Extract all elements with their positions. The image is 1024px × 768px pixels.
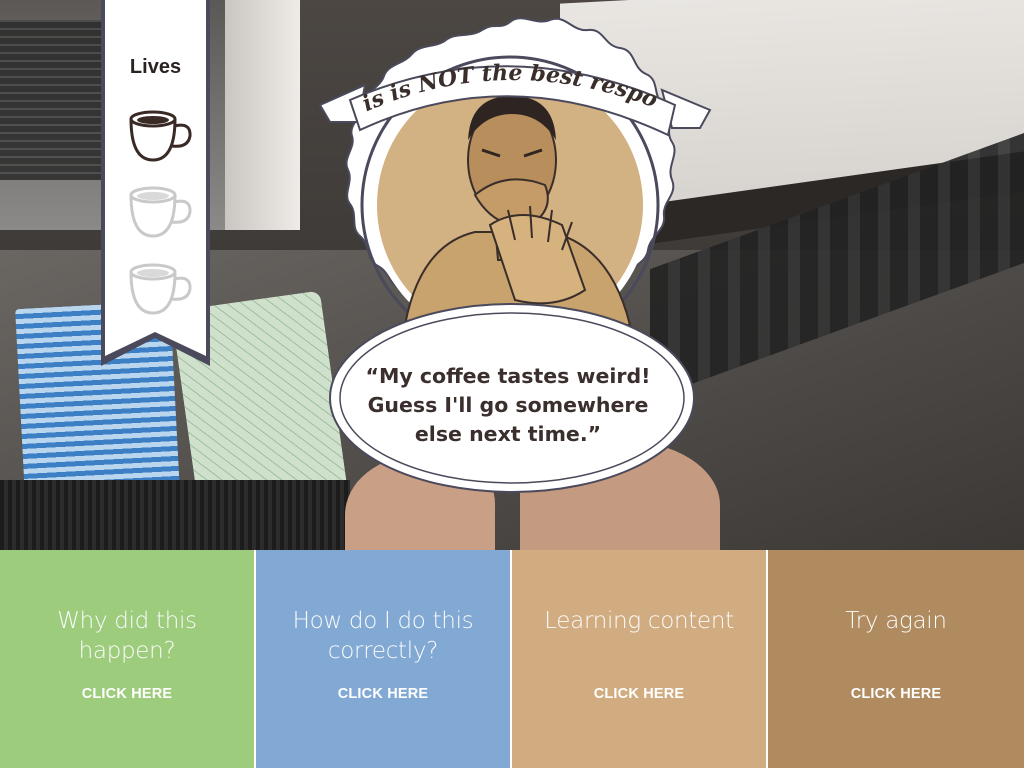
coffee-cup-empty-icon bbox=[129, 186, 192, 238]
tile-label: Learning content bbox=[544, 608, 734, 634]
action-bar: Why did this happen? CLICK HERE How do I… bbox=[0, 550, 1024, 768]
drip-tray-grid bbox=[0, 20, 110, 180]
tile-label: Try again bbox=[845, 608, 947, 634]
tile-label: Why did this happen? bbox=[57, 608, 197, 664]
click-here-link[interactable]: CLICK HERE bbox=[768, 686, 1024, 702]
customer-quote: “My coffee tastes weird! Guess I'll go s… bbox=[365, 364, 651, 446]
learning-content-button[interactable]: Learning content CLICK HERE bbox=[512, 550, 768, 768]
coffee-cup-empty-icon bbox=[129, 263, 192, 315]
try-again-button[interactable]: Try again CLICK HERE bbox=[768, 550, 1024, 768]
click-here-link[interactable]: CLICK HERE bbox=[0, 686, 254, 702]
click-here-link[interactable]: CLICK HERE bbox=[512, 686, 766, 702]
rubber-mat bbox=[0, 480, 350, 550]
machine-panel bbox=[225, 0, 300, 230]
coffee-cup-full-icon bbox=[129, 110, 192, 162]
why-did-this-happen-button[interactable]: Why did this happen? CLICK HERE bbox=[0, 550, 256, 768]
click-here-link[interactable]: CLICK HERE bbox=[256, 686, 510, 702]
tile-label: How do I do this correctly? bbox=[292, 608, 474, 664]
lives-title: Lives bbox=[129, 56, 182, 78]
how-to-do-correctly-button[interactable]: How do I do this correctly? CLICK HERE bbox=[256, 550, 512, 768]
